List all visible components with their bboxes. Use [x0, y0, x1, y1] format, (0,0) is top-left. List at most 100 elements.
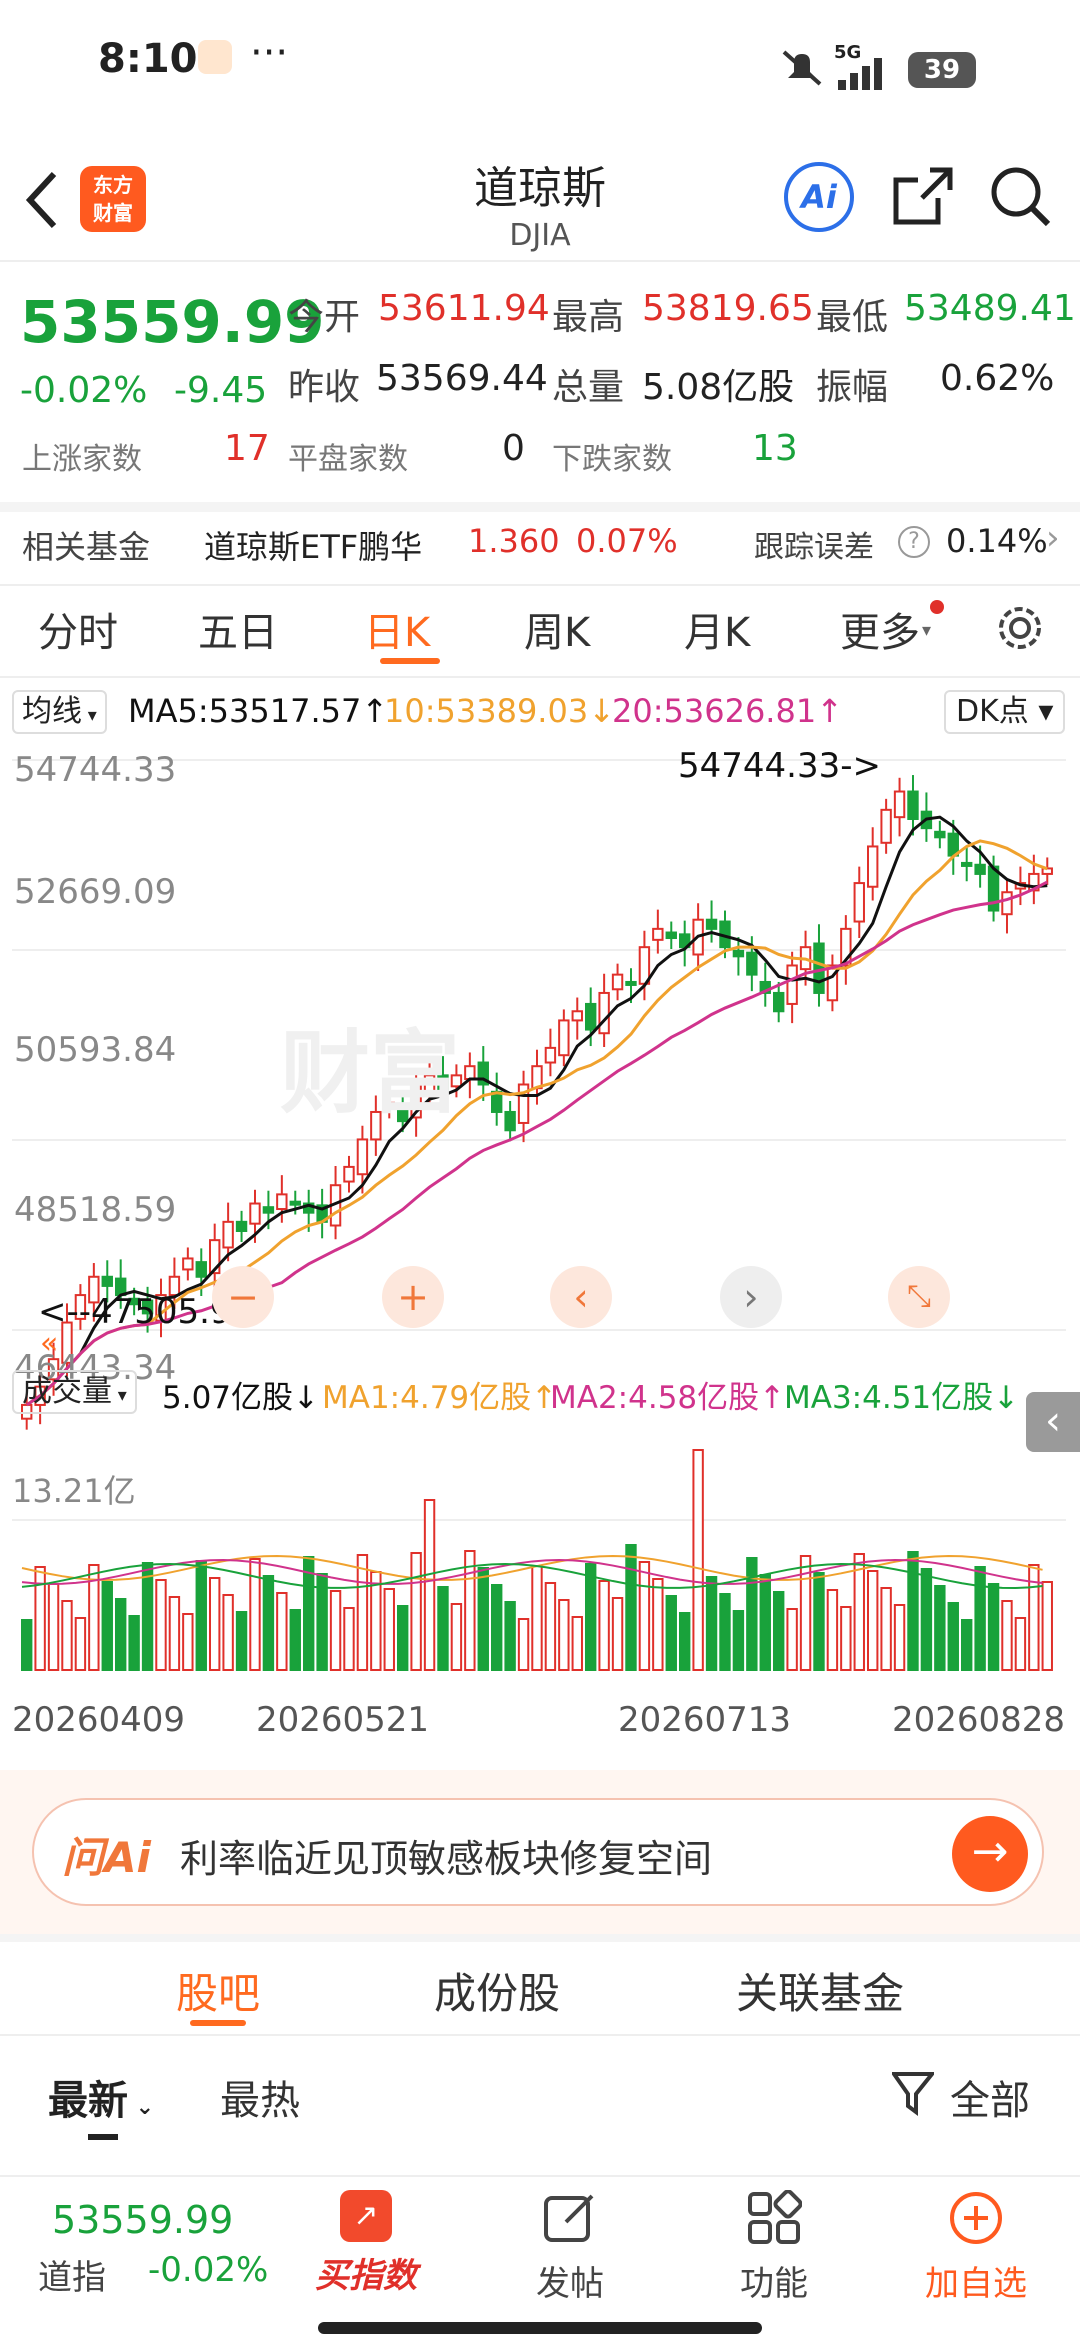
candle [558, 1019, 570, 1057]
candle [974, 863, 986, 875]
fullscreen-button[interactable]: ⤡ [888, 1266, 950, 1328]
amplitude-label: 振幅 [816, 367, 889, 408]
functions-button[interactable]: 功能 [704, 2189, 844, 2305]
up-count-label: 上涨家数 [22, 442, 142, 477]
candle [880, 808, 892, 844]
prev-close-value: 53569.44 [376, 358, 548, 399]
volume-bar [61, 1600, 73, 1671]
volume-bar [141, 1562, 154, 1671]
candle [813, 942, 825, 994]
volume-bar [880, 1587, 892, 1671]
candle [289, 1200, 301, 1206]
share-icon[interactable] [890, 164, 956, 230]
tab-constituents[interactable]: 成份股 [434, 1960, 560, 2021]
fund-label: 相关基金 [22, 528, 151, 566]
scroll-right-button[interactable]: › [720, 1266, 782, 1328]
search-icon[interactable] [988, 164, 1054, 230]
buy-index-button[interactable]: ↗ 买指数 [296, 2190, 436, 2297]
ma20-value: 20:53626.81 [612, 692, 817, 730]
add-circle-icon [950, 2192, 1002, 2244]
sort-latest[interactable]: 最新 ⌄ [48, 2068, 154, 2126]
collapse-left-icon[interactable]: « [40, 1326, 58, 1361]
volume-bar [974, 1566, 986, 1671]
candle [853, 882, 865, 923]
date-label-2: 20260521 [256, 1700, 430, 1740]
volume-bar [343, 1607, 355, 1671]
help-icon[interactable]: ? [898, 526, 930, 558]
candle [464, 1065, 476, 1081]
volume-bar [383, 1588, 395, 1671]
candle [907, 790, 919, 820]
volume-bar [947, 1602, 959, 1671]
dk-label: DK点 [956, 694, 1029, 729]
fund-divider [0, 584, 1080, 586]
volume-label: 总量 [552, 367, 625, 408]
tab-weekly-k[interactable]: 周K [524, 600, 590, 658]
candle [544, 1046, 557, 1064]
volume-bar [719, 1593, 731, 1671]
up-count: 17 [224, 428, 270, 469]
zoom-in-button[interactable]: + [382, 1266, 444, 1328]
down-count: 13 [752, 428, 798, 469]
tab-intraday[interactable]: 分时 [38, 600, 118, 658]
high-label: 最高 [552, 297, 625, 338]
candle [276, 1193, 288, 1211]
tab-monthly-k[interactable]: 月K [684, 600, 750, 658]
chevron-right-icon: › [1046, 518, 1060, 558]
tab-forum[interactable]: 股吧 [176, 1960, 260, 2021]
volume-bar [840, 1606, 852, 1671]
buy-index-label: 买指数 [315, 2256, 417, 2296]
ma-selector-label: 均线 [22, 694, 82, 729]
volume-selector[interactable]: 成交量 ▾ [12, 1370, 137, 1414]
vol-ma2-value: MA2:4.58亿股 [550, 1380, 760, 1416]
ai-button[interactable]: Ai [784, 162, 854, 232]
vol-value: 5.07亿股 [162, 1380, 294, 1416]
add-watchlist-button[interactable]: 加自选 [906, 2190, 1046, 2305]
candle [867, 845, 879, 888]
ai-go-arrow-icon[interactable]: → [952, 1816, 1028, 1892]
tab-daily-k[interactable]: 日K [364, 600, 430, 658]
zoom-out-button[interactable]: − [212, 1266, 274, 1328]
ma-selector[interactable]: 均线 ▾ [12, 690, 107, 734]
post-button[interactable]: 发帖 [500, 2190, 640, 2305]
header: 东方 财富 道琼斯 DJIA Ai [0, 140, 1080, 260]
volume-bar [276, 1592, 288, 1671]
volume-bar [222, 1594, 234, 1671]
filter-all[interactable]: 全部 [950, 2068, 1030, 2126]
edit-icon [544, 2194, 594, 2242]
ai-question-bar[interactable]: 问Ai 利率临近见顶敏感板块修复空间 → [32, 1798, 1044, 1906]
axis-label-2: 52669.09 [14, 872, 177, 912]
volume-plot[interactable] [0, 1440, 1080, 1680]
kline-plot[interactable] [0, 740, 1080, 1560]
related-fund-row[interactable]: 相关基金 道琼斯ETF鹏华 1.360 0.07% 跟踪误差 ? 0.14% › [0, 512, 1080, 584]
scroll-left-button[interactable]: ‹ [550, 1266, 612, 1328]
volume-bar [934, 1585, 946, 1671]
tab-related-funds[interactable]: 关联基金 [736, 1960, 904, 2021]
tab-five-day[interactable]: 五日 [198, 600, 278, 658]
filter-icon[interactable] [892, 2070, 934, 2116]
volume-bar [437, 1586, 449, 1671]
candle [934, 830, 946, 839]
candle [195, 1261, 207, 1278]
subtab-indicator [190, 2020, 246, 2026]
axis-label-4: 48518.59 [14, 1190, 177, 1230]
volume-bar [625, 1544, 637, 1671]
tab-more[interactable]: 更多 [840, 600, 920, 658]
quote-divider [0, 502, 1080, 512]
candle [786, 964, 798, 1005]
candle [222, 1220, 234, 1249]
volume-bar [598, 1580, 610, 1671]
settings-gear-icon[interactable] [994, 602, 1046, 654]
date-label-1: 20260409 [12, 1700, 186, 1740]
volume-bar [961, 1619, 973, 1671]
vol-legend: 5.07亿股↓ [162, 1380, 320, 1416]
candle [343, 1165, 355, 1183]
volume-bar [289, 1609, 301, 1671]
volume-bar [893, 1604, 906, 1671]
battery-icon: 39 [908, 52, 976, 88]
more-dropdown-icon: ▾ [922, 620, 932, 641]
home-indicator [318, 2322, 762, 2334]
open-value: 53611.94 [378, 288, 550, 329]
dk-point-button[interactable]: DK点 ▾ [944, 690, 1066, 734]
sort-hot[interactable]: 最热 [220, 2068, 300, 2126]
